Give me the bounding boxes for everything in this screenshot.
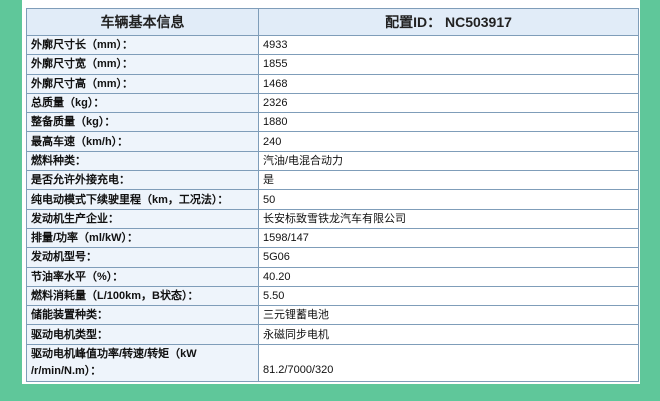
table-row: 纯电动模式下续驶里程（km，工况法）： 50 <box>26 189 639 210</box>
page-background-right <box>640 0 660 401</box>
row-label: 驱动电机峰值功率/转速/转矩（kW /r/min/N.m）： <box>26 343 259 382</box>
row-value: 1598/147 <box>258 227 639 249</box>
row-value: 5.50 <box>258 285 639 307</box>
row-label: 外廓尺寸长（mm）： <box>26 34 259 56</box>
row-label: 整备质量（kg）： <box>26 112 259 133</box>
page-background-bottom <box>0 381 660 401</box>
table-header-row: 车辆基本信息 配置ID： NC503917 <box>26 8 639 36</box>
row-label: 最高车速（km/h）： <box>26 131 259 152</box>
vehicle-info-heading: 车辆基本信息 <box>26 8 259 36</box>
spec-card: 车辆基本信息 配置ID： NC503917 外廓尺寸长（mm）： 4933 外廓尺… <box>22 6 640 384</box>
row-value: 1468 <box>258 73 639 94</box>
table-row: 驱动电机峰值功率/转速/转矩（kW /r/min/N.m）： 81.2/7000/… <box>26 343 639 382</box>
row-label: 节油率水平（%）： <box>26 266 259 287</box>
table-row: 燃料消耗量（L/100km，B状态）： 5.50 <box>26 285 639 307</box>
row-value: 长安标致雪铁龙汽车有限公司 <box>258 208 639 229</box>
row-label: 排量/功率（ml/kW）： <box>26 227 259 249</box>
row-value: 2326 <box>258 92 639 114</box>
table-row: 发动机型号： 5G06 <box>26 247 639 268</box>
row-value: 1880 <box>258 112 639 133</box>
table-row: 储能装置种类： 三元锂蓄电池 <box>26 305 639 326</box>
table-row: 排量/功率（ml/kW）： 1598/147 <box>26 227 639 249</box>
row-label: 是否允许外接充电： <box>26 170 259 191</box>
table-row: 整备质量（kg）： 1880 <box>26 112 639 133</box>
row-value: 永磁同步电机 <box>258 324 639 345</box>
table-row: 外廓尺寸长（mm）： 4933 <box>26 34 639 56</box>
row-value: 4933 <box>258 34 639 56</box>
config-id-value: NC503917 <box>444 14 512 30</box>
row-label: 总质量（kg）： <box>26 92 259 114</box>
row-label: 发动机生产企业： <box>26 208 259 229</box>
table-row: 是否允许外接充电：是 <box>26 170 639 191</box>
table-row: 驱动电机类型： 永磁同步电机 <box>26 324 639 345</box>
table-row: 节油率水平（%）： 40.20 <box>26 266 639 287</box>
row-label: 外廓尺寸宽（mm）： <box>26 54 259 75</box>
table-row: 外廓尺寸宽（mm）： 1855 <box>26 54 639 75</box>
config-id-heading: 配置ID： NC503917 <box>258 8 639 36</box>
row-value: 240 <box>258 131 639 152</box>
row-value: 汽油/电混合动力 <box>258 150 639 172</box>
row-value: 是 <box>258 170 639 191</box>
vehicle-spec-table: 车辆基本信息 配置ID： NC503917 外廓尺寸长（mm）： 4933 外廓尺… <box>26 8 639 382</box>
table-row: 发动机生产企业： 长安标致雪铁龙汽车有限公司 <box>26 208 639 229</box>
table-row: 外廓尺寸高（mm）： 1468 <box>26 73 639 94</box>
row-value: 1855 <box>258 54 639 75</box>
row-label: 储能装置种类： <box>26 305 259 326</box>
row-label: 发动机型号： <box>26 247 259 268</box>
row-value: 50 <box>258 189 639 210</box>
table-row: 最高车速（km/h）： 240 <box>26 131 639 152</box>
row-value: 40.20 <box>258 266 639 287</box>
row-value: 5G06 <box>258 247 639 268</box>
row-label: 燃料消耗量（L/100km，B状态）： <box>26 285 259 307</box>
row-value: 三元锂蓄电池 <box>258 305 639 326</box>
row-label: 纯电动模式下续驶里程（km，工况法）： <box>26 189 259 210</box>
page-background-left <box>0 0 22 401</box>
row-value: 81.2/7000/320 <box>258 343 639 382</box>
table-row: 总质量（kg）： 2326 <box>26 92 639 114</box>
config-id-label: 配置ID： <box>385 14 442 30</box>
row-label: 燃料种类： <box>26 150 259 172</box>
row-label: 外廓尺寸高（mm）： <box>26 73 259 94</box>
table-row: 燃料种类： 汽油/电混合动力 <box>26 150 639 172</box>
row-label: 驱动电机类型： <box>26 324 259 345</box>
